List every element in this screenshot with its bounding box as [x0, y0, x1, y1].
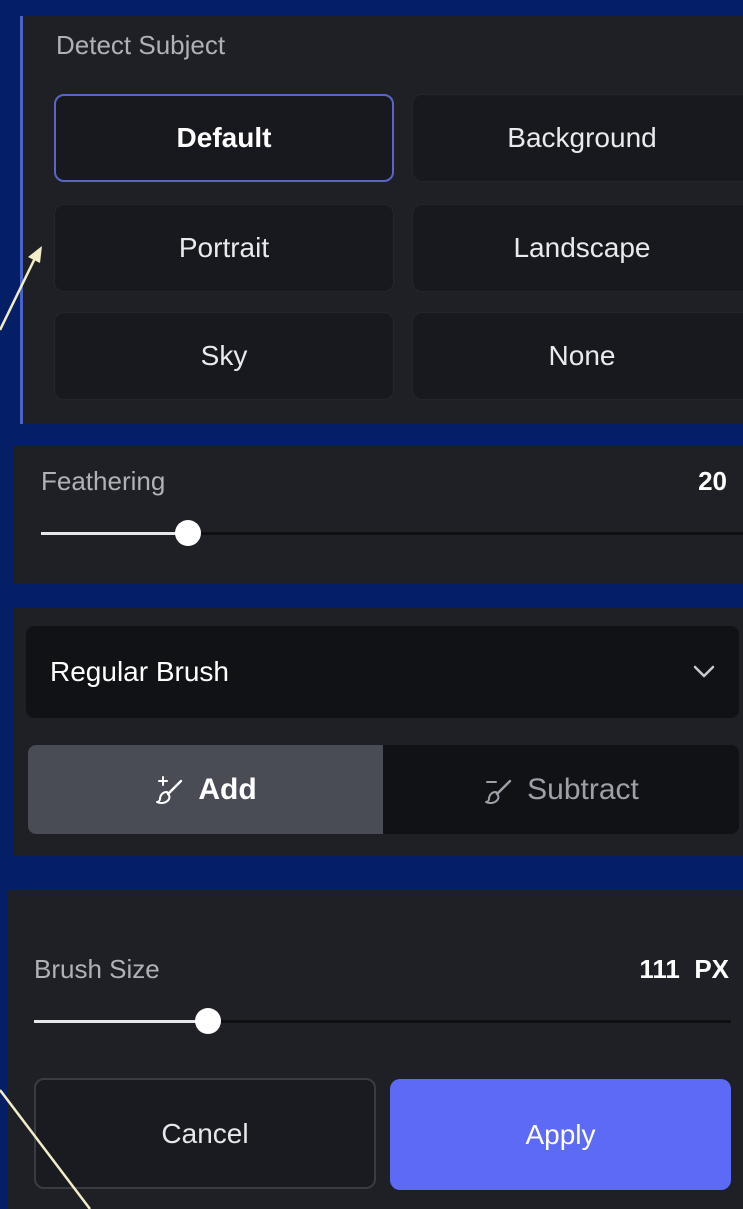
subject-portrait-button[interactable]: Portrait [54, 204, 394, 292]
brush-subtract-icon [485, 779, 512, 804]
brush-size-unit: PX [694, 954, 729, 984]
cancel-button[interactable]: Cancel [34, 1078, 376, 1189]
feathering-label: Feathering [41, 466, 166, 496]
feathering-panel: Feathering 20 [14, 446, 743, 584]
brush-size-slider[interactable] [34, 1008, 731, 1034]
feathering-value: 20 [698, 466, 727, 496]
chevron-down-icon [693, 665, 715, 678]
brush-size-slider-fill [34, 1020, 208, 1023]
subtract-mode-label: Subtract [527, 772, 639, 806]
subject-landscape-button[interactable]: Landscape [412, 204, 743, 292]
subtract-mode-button[interactable]: Subtract [383, 745, 739, 834]
detect-subject-panel: Detect Subject Default Background Portra… [20, 16, 743, 424]
brush-size-value: 111 [639, 954, 680, 984]
feathering-slider-thumb[interactable] [175, 520, 201, 546]
add-mode-button[interactable]: Add [28, 745, 383, 834]
apply-button[interactable]: Apply [390, 1079, 731, 1190]
subject-sky-button[interactable]: Sky [54, 312, 394, 400]
brush-size-slider-thumb[interactable] [195, 1008, 221, 1034]
brush-add-icon [156, 775, 183, 804]
add-mode-label: Add [198, 772, 257, 806]
brush-size-label: Brush Size [34, 954, 160, 984]
brush-type-dropdown[interactable]: Regular Brush [26, 626, 739, 718]
brush-mode-toggle: Add Subtract [28, 745, 739, 834]
brush-type-value: Regular Brush [50, 656, 229, 687]
brush-size-panel: Brush Size 111 PX Cancel Apply [8, 890, 743, 1209]
subject-none-button[interactable]: None [412, 312, 743, 400]
feathering-slider[interactable] [41, 520, 743, 546]
detect-subject-title: Detect Subject [56, 30, 226, 60]
feathering-slider-fill [41, 532, 188, 535]
brush-size-readout: 111 PX [639, 954, 729, 985]
subject-background-button[interactable]: Background [412, 94, 743, 182]
subject-default-button[interactable]: Default [54, 94, 394, 182]
brush-panel: Regular Brush Add Subtract [14, 608, 743, 856]
